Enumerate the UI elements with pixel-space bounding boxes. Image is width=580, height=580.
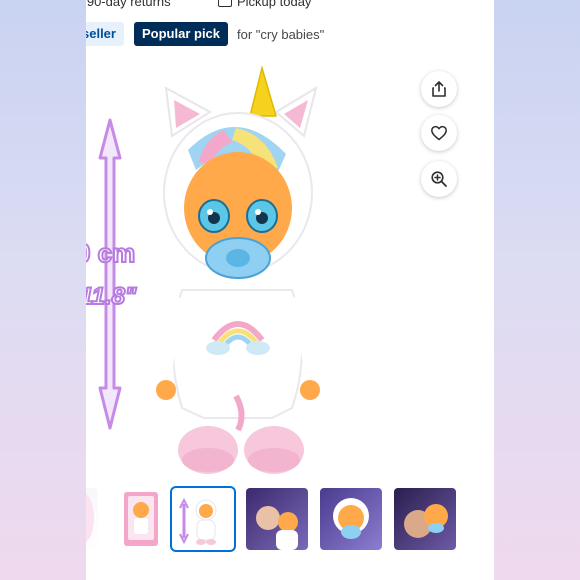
height-cm-label: 0 cm <box>86 238 135 268</box>
share-button[interactable] <box>421 71 457 107</box>
thumbnail-1[interactable] <box>86 488 98 550</box>
share-icon <box>432 81 446 97</box>
thumbnail-3[interactable] <box>172 488 234 550</box>
zoom-button[interactable] <box>421 161 457 197</box>
thumbnail-strip <box>86 488 494 554</box>
pickup-option[interactable]: Pickup today <box>218 0 311 9</box>
product-page-panel: e 90-day returns Pickup today seller Pop… <box>86 0 494 580</box>
zoom-in-icon <box>431 171 447 187</box>
badge-context-text: for "cry babies" <box>237 27 325 42</box>
pickup-label: Pickup today <box>237 0 312 9</box>
popular-pick-badge: Popular pick <box>134 22 229 46</box>
thumbnail-5-image <box>333 498 369 539</box>
thumbnail-2[interactable] <box>110 488 172 550</box>
thumbnail-6-image <box>404 504 448 538</box>
thumbnail-4[interactable] <box>246 488 308 550</box>
heart-icon <box>431 125 447 141</box>
height-arrow-icon <box>98 118 122 430</box>
thumbnail-1-image <box>86 494 94 542</box>
returns-text: e 90-day returns <box>86 0 171 9</box>
product-main-image[interactable]: 0 cm 11.8" <box>86 58 386 488</box>
best-seller-badge: seller <box>86 22 124 46</box>
thumbnail-5[interactable] <box>320 488 382 550</box>
height-in-label: 11.8" <box>86 283 137 310</box>
unicorn-horn <box>249 65 277 117</box>
car-icon <box>218 0 232 7</box>
fulfillment-row: e 90-day returns Pickup today <box>86 0 494 12</box>
thumbnail-3-image <box>179 497 217 545</box>
favorite-button[interactable] <box>421 115 457 151</box>
thumbnail-6[interactable] <box>394 488 456 550</box>
thumbnail-2-image <box>124 492 158 546</box>
thumbnail-4-image <box>256 506 298 550</box>
